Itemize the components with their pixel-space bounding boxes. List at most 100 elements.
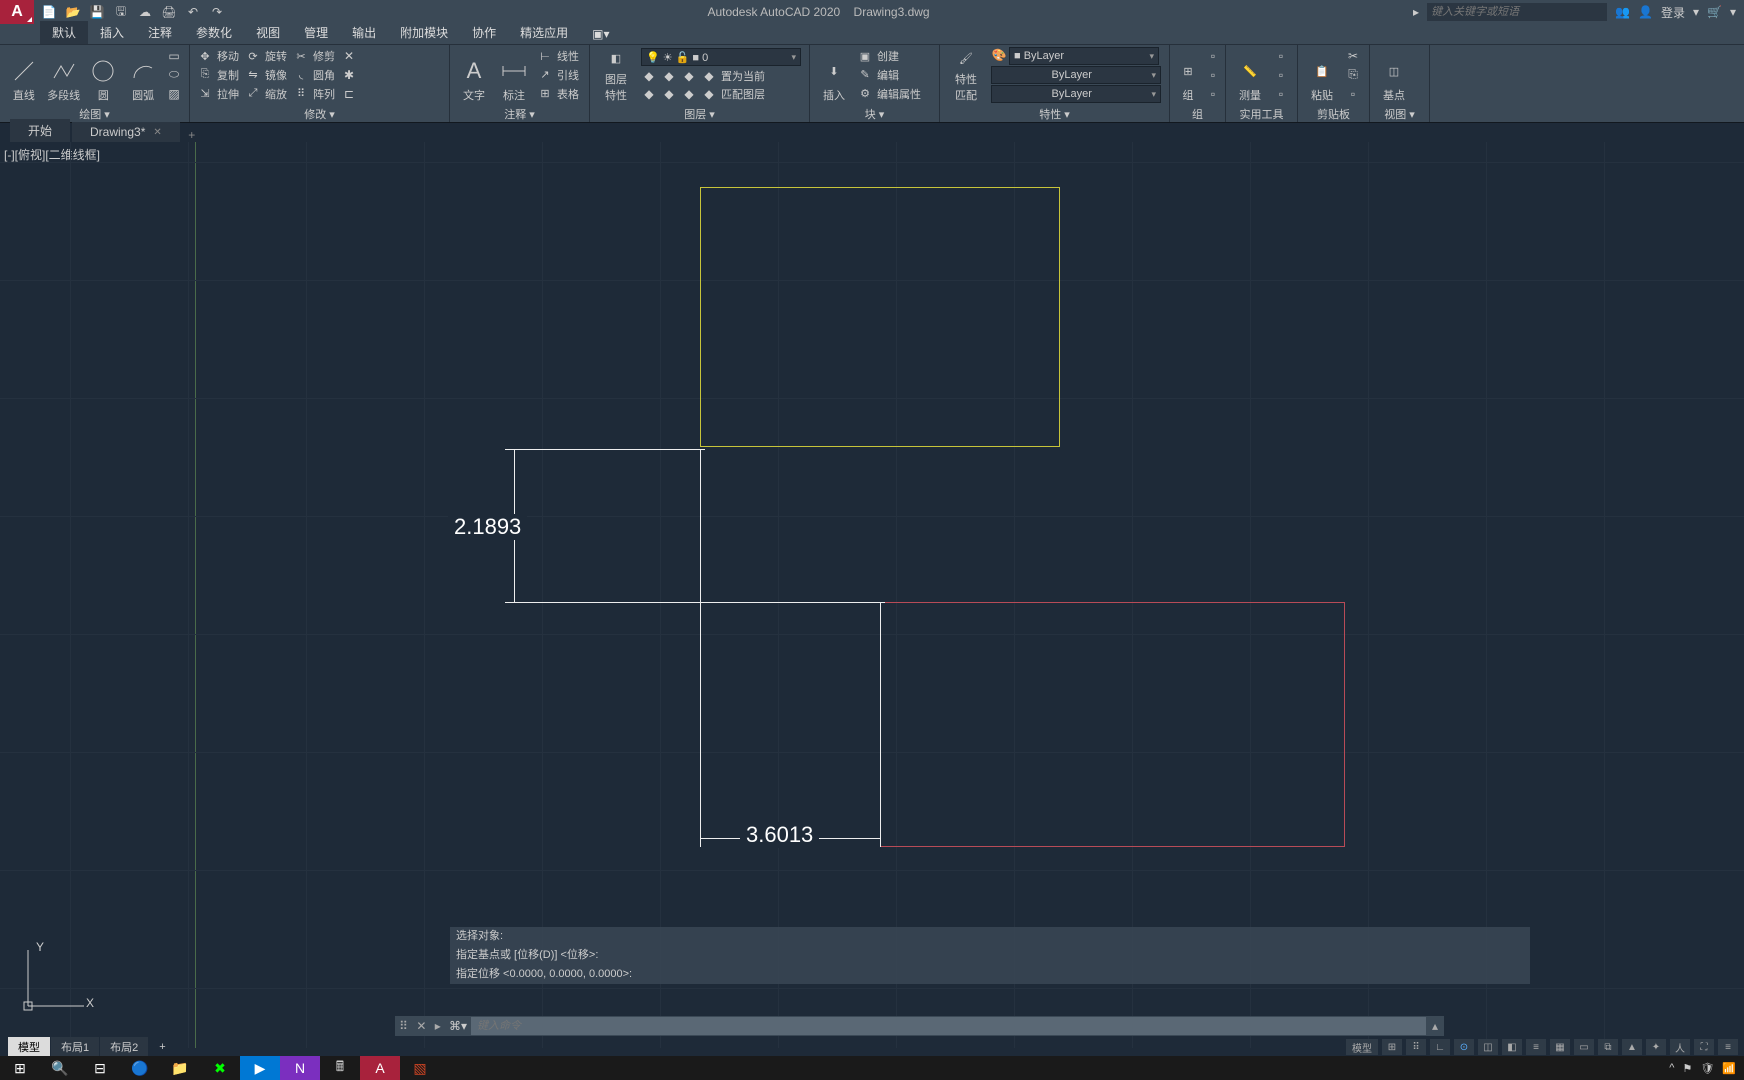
match-layer[interactable]: 匹配图层 xyxy=(721,86,765,102)
layer-ico2[interactable]: ◆ xyxy=(661,68,677,84)
color-wheel-icon[interactable]: 🎨 xyxy=(991,47,1007,63)
drawing-canvas[interactable]: [-][俯视][二维线框] document.write(Array.from(… xyxy=(0,142,1744,1048)
exchange-icon[interactable]: ▾ xyxy=(1693,5,1699,19)
paste-button[interactable]: 📋粘贴 xyxy=(1302,47,1342,103)
tab-collab[interactable]: 协作 xyxy=(460,21,508,44)
copy-button[interactable]: ⎘复制 xyxy=(197,66,239,84)
util-ico1[interactable]: ▫ xyxy=(1273,48,1289,64)
status-snap-icon[interactable]: ⠿ xyxy=(1406,1039,1426,1055)
arc-button[interactable]: 圆弧 xyxy=(123,47,163,103)
saveas-icon[interactable]: 🖫 xyxy=(112,3,130,21)
status-custom-icon[interactable]: ≡ xyxy=(1718,1039,1738,1055)
status-grid-icon[interactable]: ⊞ xyxy=(1382,1039,1402,1055)
tab-addins[interactable]: 附加模块 xyxy=(388,21,460,44)
explorer-icon[interactable]: 📁 xyxy=(160,1056,200,1080)
status-lwt-icon[interactable]: ≡ xyxy=(1526,1039,1546,1055)
util-ico2[interactable]: ▫ xyxy=(1273,67,1289,83)
layout-model[interactable]: 模型 xyxy=(8,1037,50,1057)
panel-view-title[interactable]: 视图 ▾ xyxy=(1374,106,1425,122)
make-current[interactable]: 置为当前 xyxy=(721,68,765,84)
media-icon[interactable]: ▶ xyxy=(240,1056,280,1080)
linetype-select[interactable]: ByLayer xyxy=(991,85,1161,103)
copy-icon[interactable]: ⎘ xyxy=(1345,67,1361,83)
start-button[interactable]: ⊞ xyxy=(0,1056,40,1080)
group-ico1[interactable]: ▫ xyxy=(1205,48,1221,64)
tray-flag-icon[interactable]: ⚑ xyxy=(1682,1062,1692,1075)
tab-annotate[interactable]: 注释 xyxy=(136,21,184,44)
fillet-button[interactable]: ◟圆角 xyxy=(293,66,335,84)
panel-props-title[interactable]: 特性 ▾ xyxy=(944,106,1165,122)
close-tab-icon[interactable]: ✕ xyxy=(153,127,161,138)
mirror-button[interactable]: ⇋镜像 xyxy=(245,66,287,84)
status-ws-icon[interactable]: ✦ xyxy=(1646,1039,1666,1055)
edge-icon[interactable]: 🔵 xyxy=(120,1056,160,1080)
stretch-button[interactable]: ⇲拉伸 xyxy=(197,85,239,103)
cmd-expand-icon[interactable]: ▴ xyxy=(1426,1019,1444,1033)
panel-block-title[interactable]: 块 ▾ xyxy=(814,106,935,122)
layer-select[interactable]: 💡 ☀ 🔓 ■ 0 xyxy=(641,48,801,66)
circle-button[interactable]: 圆 xyxy=(84,47,124,103)
match-props-button[interactable]: 🖌特性 匹配 xyxy=(944,47,988,103)
tab-default[interactable]: 默认 xyxy=(40,21,88,44)
line-button[interactable]: 直线 xyxy=(4,47,44,103)
status-ann-icon[interactable]: ▲ xyxy=(1622,1039,1642,1055)
cut-icon[interactable]: ✂ xyxy=(1345,48,1361,64)
group-ico2[interactable]: ▫ xyxy=(1205,67,1221,83)
color-select[interactable]: ■ ByLayer xyxy=(1009,47,1159,65)
status-scale-icon[interactable]: 人 xyxy=(1670,1039,1690,1055)
layer-ico8[interactable]: ◆ xyxy=(701,86,717,102)
command-input[interactable] xyxy=(471,1017,1426,1035)
infocenter-icon[interactable]: 👥 xyxy=(1615,5,1630,19)
dim-button[interactable]: 标注 xyxy=(494,47,534,103)
insert-block-button[interactable]: ⬇插入 xyxy=(814,47,854,103)
new-icon[interactable]: 📄 xyxy=(40,3,58,21)
rect-icon[interactable]: ▭ xyxy=(166,48,182,64)
layer-ico1[interactable]: ◆ xyxy=(641,68,657,84)
start-tab[interactable]: 开始 xyxy=(10,119,70,142)
rotate-button[interactable]: ⟳旋转 xyxy=(245,47,287,65)
new-tab-icon[interactable]: + xyxy=(182,128,202,142)
tab-parametric[interactable]: 参数化 xyxy=(184,21,244,44)
layer-ico4[interactable]: ◆ xyxy=(701,68,717,84)
drawing-tab[interactable]: Drawing3*✕ xyxy=(72,122,180,142)
panel-modify-title[interactable]: 修改 ▾ xyxy=(194,106,445,122)
user-icon[interactable]: 👤 xyxy=(1638,5,1653,19)
tray-shield-icon[interactable]: 🛡 xyxy=(1700,1062,1714,1075)
open-icon[interactable]: 📂 xyxy=(64,3,82,21)
system-tray[interactable]: ^ ⚑ 🛡 📶 xyxy=(1669,1062,1744,1075)
ppt-icon[interactable]: ▧ xyxy=(400,1056,440,1080)
layout-add-icon[interactable]: + xyxy=(149,1039,175,1055)
util-ico3[interactable]: ▫ xyxy=(1273,86,1289,102)
app1-icon[interactable]: ✖ xyxy=(200,1056,240,1080)
cloud-icon[interactable]: ☁ xyxy=(136,3,154,21)
edit-block[interactable]: ✎编辑 xyxy=(857,66,921,84)
scale-button[interactable]: ⤢缩放 xyxy=(245,85,287,103)
status-full-icon[interactable]: ⛶ xyxy=(1694,1039,1714,1055)
help-icon[interactable]: ▾ xyxy=(1730,5,1736,19)
layout-2[interactable]: 布局2 xyxy=(100,1037,148,1057)
offset-icon[interactable]: ⊏ xyxy=(341,86,357,102)
tab-output[interactable]: 输出 xyxy=(340,21,388,44)
cmd-close-icon[interactable]: ✕ xyxy=(416,1019,426,1033)
undo-icon[interactable]: ↶ xyxy=(184,3,202,21)
leader-button[interactable]: ↗引线 xyxy=(537,66,579,84)
polyline-button[interactable]: 多段线 xyxy=(44,47,84,103)
login-label[interactable]: 登录 xyxy=(1661,4,1685,21)
status-iso-icon[interactable]: ◧ xyxy=(1502,1039,1522,1055)
tab-manage[interactable]: 管理 xyxy=(292,21,340,44)
layer-ico7[interactable]: ◆ xyxy=(681,86,697,102)
redo-icon[interactable]: ↷ xyxy=(208,3,226,21)
text-button[interactable]: A文字 xyxy=(454,47,494,103)
tray-up-icon[interactable]: ^ xyxy=(1669,1062,1674,1074)
move-button[interactable]: ✥移动 xyxy=(197,47,239,65)
layer-ico6[interactable]: ◆ xyxy=(661,86,677,102)
panel-layer-title[interactable]: 图层 ▾ xyxy=(594,106,805,122)
panel-annot-title[interactable]: 注释 ▾ xyxy=(454,106,585,122)
viewport-label[interactable]: [-][俯视][二维线框] xyxy=(4,146,100,163)
hatch-icon[interactable]: ▨ xyxy=(166,86,182,102)
cart-icon[interactable]: 🛒 xyxy=(1707,5,1722,19)
erase-icon[interactable]: ✕ xyxy=(341,48,357,64)
tab-view[interactable]: 视图 xyxy=(244,21,292,44)
tray-wifi-icon[interactable]: 📶 xyxy=(1722,1062,1736,1075)
table-button[interactable]: ⊞表格 xyxy=(537,85,579,103)
